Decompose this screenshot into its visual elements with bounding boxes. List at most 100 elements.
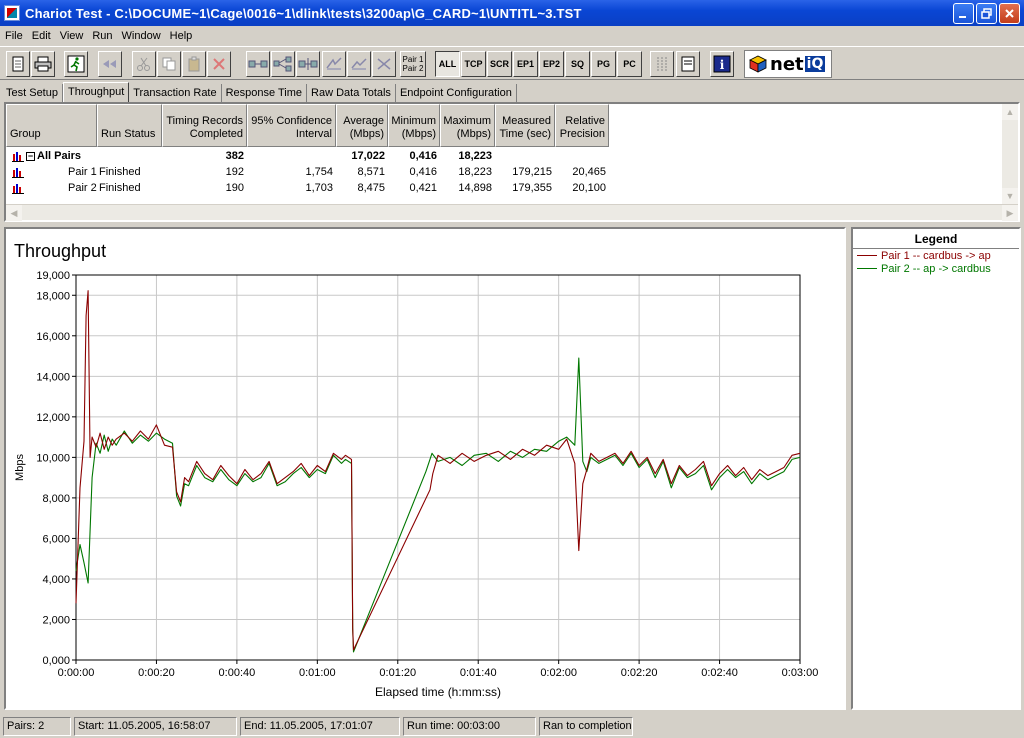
results-table: Group Run Status Timing Records Complete…	[4, 102, 1020, 222]
row-records: 190	[225, 182, 244, 194]
filter-pg-button[interactable]: PG	[591, 51, 616, 77]
tab-response-time[interactable]: Response Time	[222, 84, 308, 103]
netiq-brand-text: net	[770, 53, 804, 75]
table-row[interactable]: Pair 1 Finished 192 1,754 8,571 0,416 18…	[6, 164, 609, 180]
menu-bar: File Edit View Run Window Help	[0, 26, 1024, 45]
row-group: All Pairs	[37, 150, 82, 162]
info-button[interactable]: i	[710, 51, 734, 77]
plot-frame	[75, 274, 801, 661]
minimize-icon[interactable]	[953, 3, 974, 24]
add-multicast-button[interactable]	[271, 51, 295, 77]
menu-file[interactable]: File	[2, 30, 29, 42]
tab-endpoint-configuration[interactable]: Endpoint Configuration	[396, 84, 517, 103]
tab-transaction-rate[interactable]: Transaction Rate	[129, 84, 222, 103]
menu-edit[interactable]: Edit	[29, 30, 57, 42]
report-view-button[interactable]	[676, 51, 700, 77]
legend-item-pair-1[interactable]: Pair 1 -- cardbus -> ap	[853, 249, 1019, 262]
tab-raw-data-totals[interactable]: Raw Data Totals	[307, 84, 396, 103]
col-relative-precision-label: Relative Precision	[559, 115, 605, 140]
status-start: Start: 11.05.2005, 16:58:07	[74, 716, 237, 736]
bar-chart-icon	[12, 151, 24, 162]
stop-button[interactable]	[98, 51, 122, 77]
col-group[interactable]: Group	[6, 104, 97, 147]
legend-pane: Legend Pair 1 -- cardbus -> ap Pair 2 --…	[851, 227, 1021, 710]
script-button-2[interactable]	[347, 51, 371, 77]
x-tick-label: 0:01:20	[379, 667, 416, 679]
tab-throughput[interactable]: Throughput	[62, 82, 130, 103]
col-run-status[interactable]: Run Status	[97, 104, 162, 147]
run-button[interactable]	[64, 51, 88, 77]
legend-title: Legend	[853, 229, 1019, 249]
x-tick-label: 0:02:20	[621, 667, 658, 679]
pair-summary-button[interactable]: Pair 1 Pair 2	[400, 51, 426, 77]
menu-run[interactable]: Run	[89, 30, 118, 42]
menu-help[interactable]: Help	[167, 30, 199, 42]
x-tick-label: 0:00:00	[58, 667, 95, 679]
y-tick-label: 0,000	[42, 655, 70, 667]
filter-pc-button[interactable]: PC	[617, 51, 642, 77]
legend-swatch	[857, 255, 877, 256]
col-maximum[interactable]: Maximum (Mbps)	[440, 104, 495, 147]
scroll-down-icon[interactable]: ▼	[1002, 188, 1018, 204]
printer-icon	[34, 56, 52, 72]
script-edit-icon	[351, 58, 367, 70]
netiq-cube-icon	[749, 55, 767, 73]
print-button[interactable]	[31, 51, 55, 77]
filter-ep1-button[interactable]: EP1	[513, 51, 538, 77]
table-horizontal-scrollbar[interactable]: ◀ ▶	[6, 204, 1018, 221]
col-confidence-interval-label: 95% Confidence Interval	[251, 115, 332, 140]
close-icon[interactable]	[999, 3, 1020, 24]
cut-button[interactable]	[132, 51, 156, 77]
x-tick-label: 0:02:40	[701, 667, 738, 679]
legend-item-pair-2[interactable]: Pair 2 -- ap -> cardbus	[853, 262, 1019, 275]
add-pair-button[interactable]	[246, 51, 270, 77]
col-average[interactable]: Average (Mbps)	[336, 104, 388, 147]
x-tick-label: 0:00:40	[219, 667, 256, 679]
col-timing-records[interactable]: Timing Records Completed	[162, 104, 247, 147]
script-button-1[interactable]	[322, 51, 346, 77]
filter-ep2-button[interactable]: EP2	[539, 51, 564, 77]
chariot-app-icon[interactable]	[4, 5, 20, 21]
table-row[interactable]: − All Pairs 382 17,022 0,416 18,223	[6, 148, 609, 164]
collapse-icon[interactable]: −	[26, 151, 35, 161]
y-tick-label: 8,000	[42, 493, 70, 505]
script-button-3[interactable]	[372, 51, 396, 77]
col-measured-time[interactable]: Measured Time (sec)	[495, 104, 555, 147]
row-avg: 8,475	[357, 182, 385, 194]
paste-button[interactable]	[182, 51, 206, 77]
y-tick-label: 14,000	[36, 371, 70, 383]
edit-pair-button[interactable]	[296, 51, 320, 77]
menu-view[interactable]: View	[57, 30, 90, 42]
netiq-logo: net iQ	[744, 50, 832, 78]
filter-scr-button[interactable]: SCR	[487, 51, 512, 77]
table-vertical-scrollbar[interactable]: ▲ ▼	[1002, 104, 1018, 204]
col-minimum[interactable]: Minimum (Mbps)	[388, 104, 440, 147]
row-ci: 1,703	[305, 182, 333, 194]
filter-tcp-button[interactable]: TCP	[461, 51, 486, 77]
col-confidence-interval[interactable]: 95% Confidence Interval	[247, 104, 336, 147]
copy-button[interactable]	[157, 51, 181, 77]
table-row[interactable]: Pair 2 Finished 190 1,703 8,475 0,421 14…	[6, 180, 609, 196]
filter-sq-button[interactable]: SQ	[565, 51, 590, 77]
scroll-left-icon[interactable]: ◀	[6, 205, 22, 221]
scroll-up-icon[interactable]: ▲	[1002, 104, 1018, 120]
col-run-status-label: Run Status	[101, 128, 156, 140]
restore-icon[interactable]	[976, 3, 997, 24]
delete-button[interactable]	[207, 51, 231, 77]
column-view-button[interactable]	[650, 51, 674, 77]
row-precision	[555, 148, 609, 164]
script-options-icon	[377, 58, 391, 70]
new-test-button[interactable]	[6, 51, 30, 77]
filter-all-button[interactable]: ALL	[435, 51, 460, 77]
status-message: Ran to completion	[539, 716, 633, 736]
row-max: 18,223	[458, 150, 492, 162]
y-tick-label: 6,000	[42, 533, 70, 545]
menu-window[interactable]: Window	[119, 30, 167, 42]
col-relative-precision[interactable]: Relative Precision	[555, 104, 609, 147]
y-tick-label: 10,000	[36, 452, 70, 464]
tab-test-setup[interactable]: Test Setup	[2, 84, 63, 103]
scroll-right-icon[interactable]: ▶	[1002, 205, 1018, 221]
row-min: 0,421	[409, 182, 437, 194]
series-line-pair-1	[75, 290, 801, 651]
scissors-icon	[137, 57, 150, 71]
